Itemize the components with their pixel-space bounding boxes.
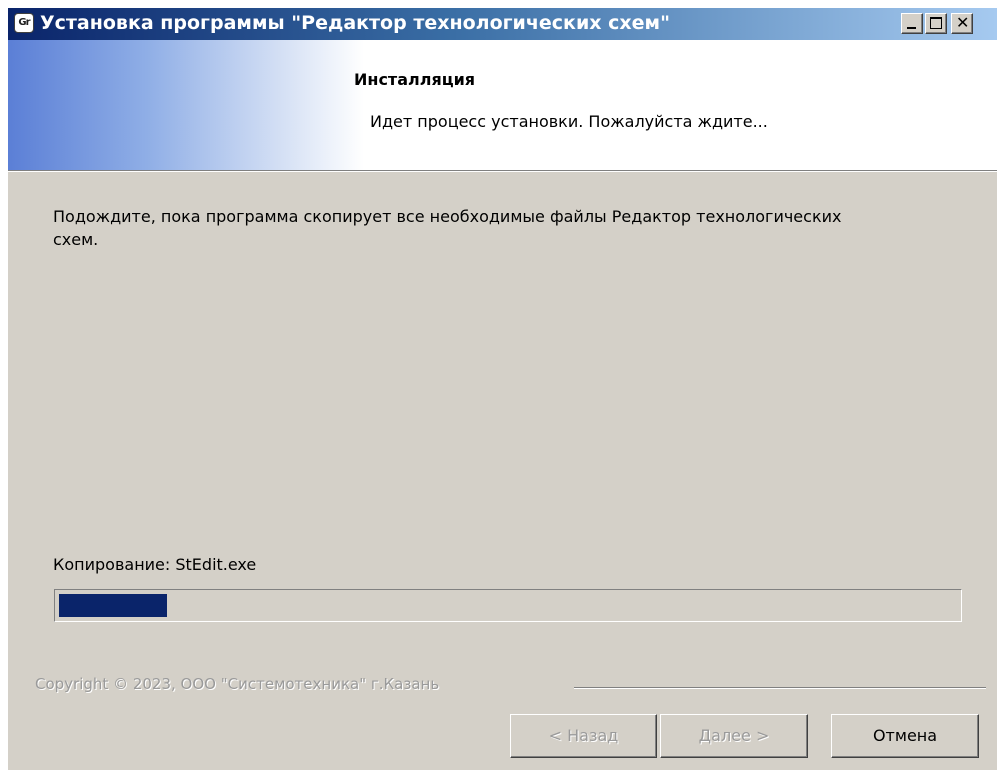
close-icon: ✕ [956, 13, 970, 32]
back-button[interactable]: < Назад [510, 714, 657, 758]
maximize-icon [930, 17, 942, 29]
next-button[interactable]: Далее > [660, 714, 808, 758]
header-subtitle: Идет процесс установки. Пожалуйста ждите… [370, 112, 768, 131]
cancel-button[interactable]: Отмена [831, 714, 979, 758]
close-button[interactable]: ✕ [951, 13, 973, 34]
installer-window: Gr Установка программы "Редактор техноло… [8, 8, 997, 770]
app-icon: Gr [14, 13, 34, 33]
title-bar[interactable]: Gr Установка программы "Редактор техноло… [8, 8, 997, 40]
minimize-icon [907, 27, 916, 29]
window-title: Установка программы "Редактор технологич… [40, 12, 670, 34]
install-progress-bar [54, 589, 962, 622]
copy-status: Копирование: StEdit.exe [53, 555, 257, 574]
maximize-button[interactable] [925, 13, 947, 34]
footer-divider-highlight [574, 688, 986, 689]
header-title: Инсталляция [354, 70, 476, 89]
header-divider-highlight [8, 171, 997, 172]
copyright-text: Copyright © 2023, ООО "Системотехника" г… [35, 675, 440, 693]
minimize-button[interactable] [901, 13, 923, 34]
progress-fill [59, 594, 167, 617]
install-description: Подождите, пока программа скопирует все … [53, 207, 842, 249]
header-banner: Инсталляция Идет процесс установки. Пожа… [8, 40, 997, 170]
